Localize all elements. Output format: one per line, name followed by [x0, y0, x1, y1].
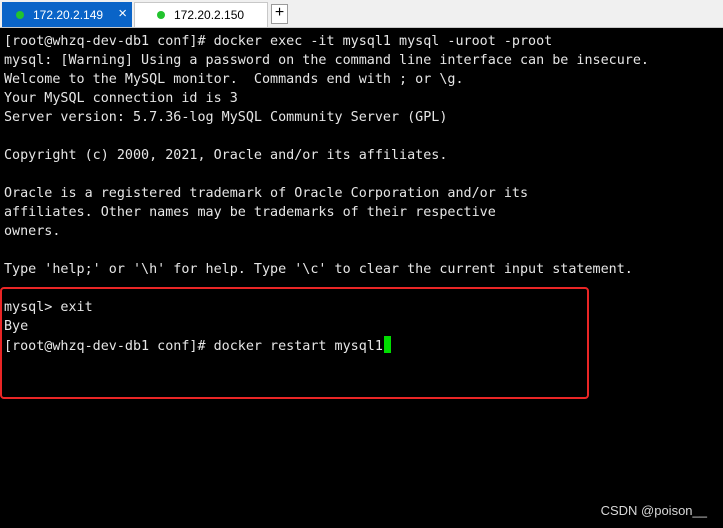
tab-session-149[interactable]: 172.20.2.149 ×: [2, 2, 132, 27]
terminal-line: owners.: [4, 224, 61, 239]
terminal-line: Welcome to the MySQL monitor. Commands e…: [4, 72, 464, 87]
tab-label: 172.20.2.150: [174, 8, 245, 22]
terminal-line: affiliates. Other names may be trademark…: [4, 205, 496, 220]
close-icon[interactable]: ×: [118, 5, 127, 23]
terminal-line: Type 'help;' or '\h' for help. Type '\c'…: [4, 262, 633, 277]
tab-session-150[interactable]: 172.20.2.150: [134, 2, 268, 27]
connected-status-icon: [16, 10, 24, 19]
terminal-line: Copyright (c) 2000, 2021, Oracle and/or …: [4, 148, 448, 163]
terminal-line: mysql> exit: [4, 300, 93, 315]
terminal-output[interactable]: [root@whzq-dev-db1 conf]# docker exec -i…: [4, 32, 719, 355]
tab-label: 172.20.2.149: [33, 7, 104, 22]
terminal-line: Bye: [4, 319, 29, 334]
terminal-command-text: [root@whzq-dev-db1 conf]# docker restart…: [4, 339, 383, 354]
new-tab-button[interactable]: +: [271, 4, 288, 24]
terminal-line: Your MySQL connection id is 3: [4, 91, 238, 106]
terminal-line: Server version: 5.7.36-log MySQL Communi…: [4, 110, 448, 125]
connected-status-icon: [157, 11, 165, 19]
terminal-line: [root@whzq-dev-db1 conf]# docker exec -i…: [4, 34, 553, 49]
tab-bar: 172.20.2.149 × 172.20.2.150 +: [0, 0, 723, 28]
terminal-prompt-line: [root@whzq-dev-db1 conf]# docker restart…: [4, 336, 719, 355]
terminal-line: mysql: [Warning] Using a password on the…: [4, 53, 649, 68]
terminal-line: Oracle is a registered trademark of Orac…: [4, 186, 529, 201]
text-cursor: [383, 336, 391, 353]
watermark: CSDN @poison__: [600, 503, 707, 518]
